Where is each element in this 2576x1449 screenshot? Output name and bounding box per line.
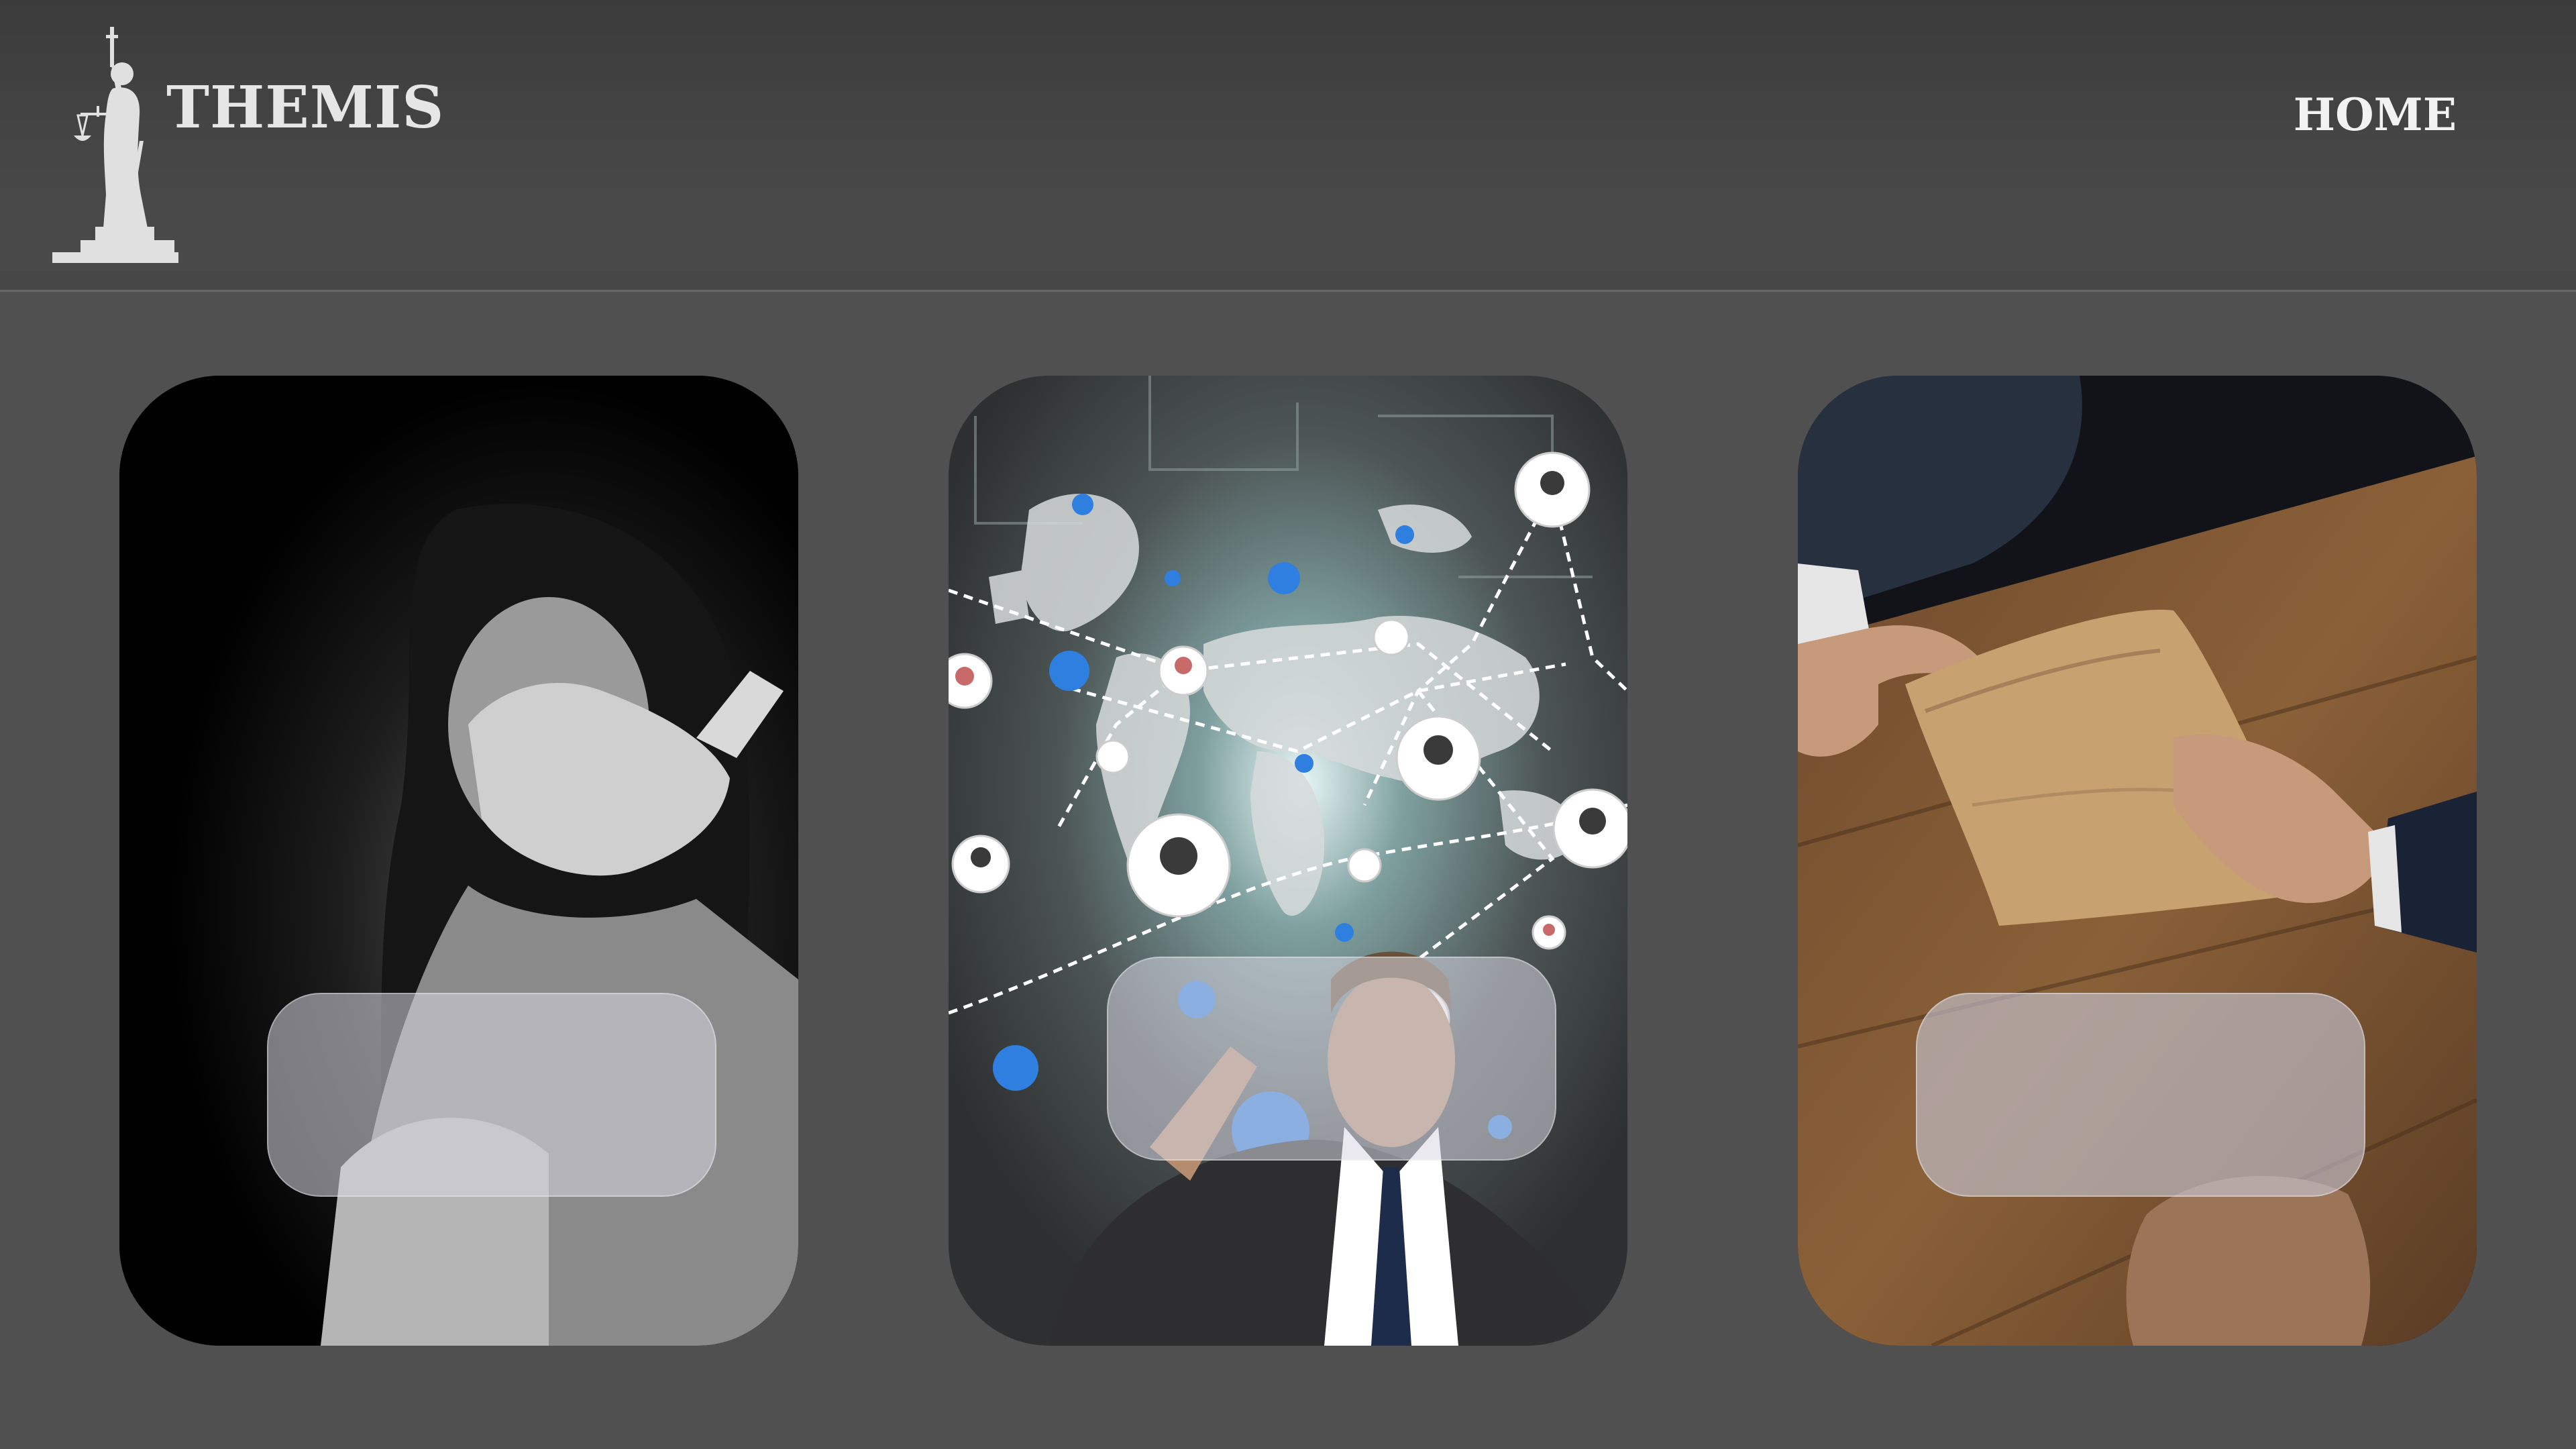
site-header: THEMIS HOME: [0, 0, 2576, 292]
lady-justice-logo-icon[interactable]: [47, 27, 181, 263]
nav-home-link[interactable]: HOME: [2294, 93, 2457, 137]
envelope-bribe-photo: [1798, 376, 2477, 1346]
distressed-woman-photo: [119, 376, 798, 1346]
card-envelope-bribe[interactable]: [1798, 376, 2477, 1346]
card-caption-box: [267, 993, 716, 1197]
brand-title[interactable]: THEMIS: [166, 79, 444, 137]
card-caption-box: [1916, 993, 2365, 1197]
global-network-photo: [949, 376, 1627, 1346]
card-global-network[interactable]: [949, 376, 1627, 1346]
card-distressed-woman[interactable]: [119, 376, 798, 1346]
page: THEMIS HOME: [0, 0, 2576, 1449]
card-caption-box: [1107, 957, 1556, 1161]
